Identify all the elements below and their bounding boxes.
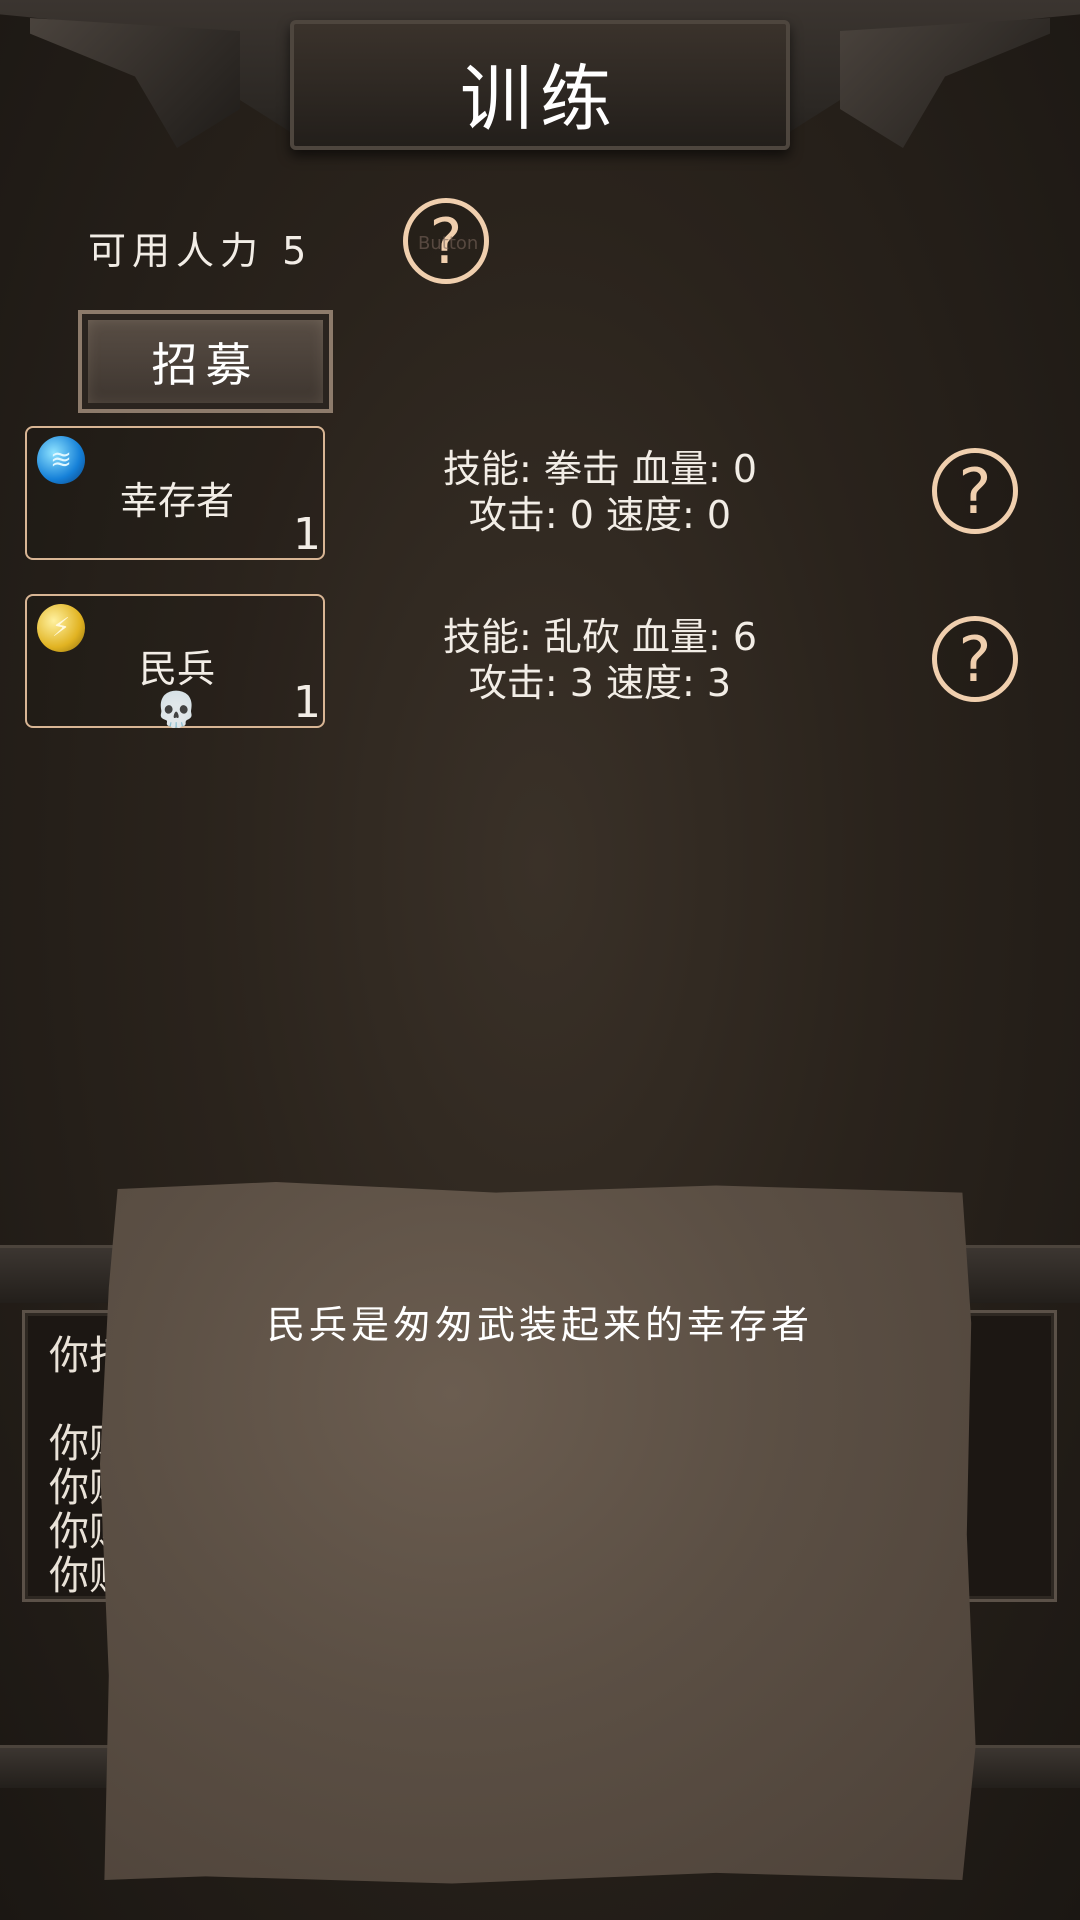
unit-count: 1 [293,509,321,560]
recruit-button[interactable]: 招募 [78,310,333,413]
unit-stats-line2: 攻击: 0 速度: 0 [468,493,732,537]
manpower-label: 可用人力 [88,229,265,273]
unit-stats-line2: 攻击: 3 速度: 3 [468,661,732,705]
manpower-display: 可用人力 5 [88,220,312,275]
manpower-help-button[interactable]: Button ? [403,198,489,284]
question-icon: ? [958,454,992,528]
manpower-value: 5 [282,229,313,273]
page-title: 训练 [459,57,620,141]
horn-ornament-left [30,18,240,148]
skull-icon: 💀 [155,690,198,730]
unit-card-militia[interactable]: ⚡ 民兵 💀 1 [25,594,325,730]
question-icon: ? [958,622,992,696]
unit-name: 幸存者 [119,479,234,523]
unit-stats-militia: 技能: 乱砍 血量: 6 攻击: 3 速度: 3 [400,614,800,706]
unit-name: 民兵 [138,647,215,691]
unit-count: 1 [293,677,321,728]
militia-help-button[interactable]: ? [932,616,1018,702]
help-button-ghost-label: Button [418,233,479,254]
unit-card-survivor[interactable]: ≋ 幸存者 1 [25,426,325,560]
survivor-help-button[interactable]: ? [932,448,1018,534]
unit-stats-line1: 技能: 拳击 血量: 0 [442,447,758,491]
description-dialog[interactable]: 民兵是匆匆武装起来的幸存者 [100,1182,976,1884]
unit-stats-survivor: 技能: 拳击 血量: 0 攻击: 0 速度: 0 [400,446,800,538]
horn-ornament-right [840,18,1050,148]
dialog-text: 民兵是匆匆武装起来的幸存者 [266,1303,813,1347]
unit-stats-line1: 技能: 乱砍 血量: 6 [442,615,758,659]
